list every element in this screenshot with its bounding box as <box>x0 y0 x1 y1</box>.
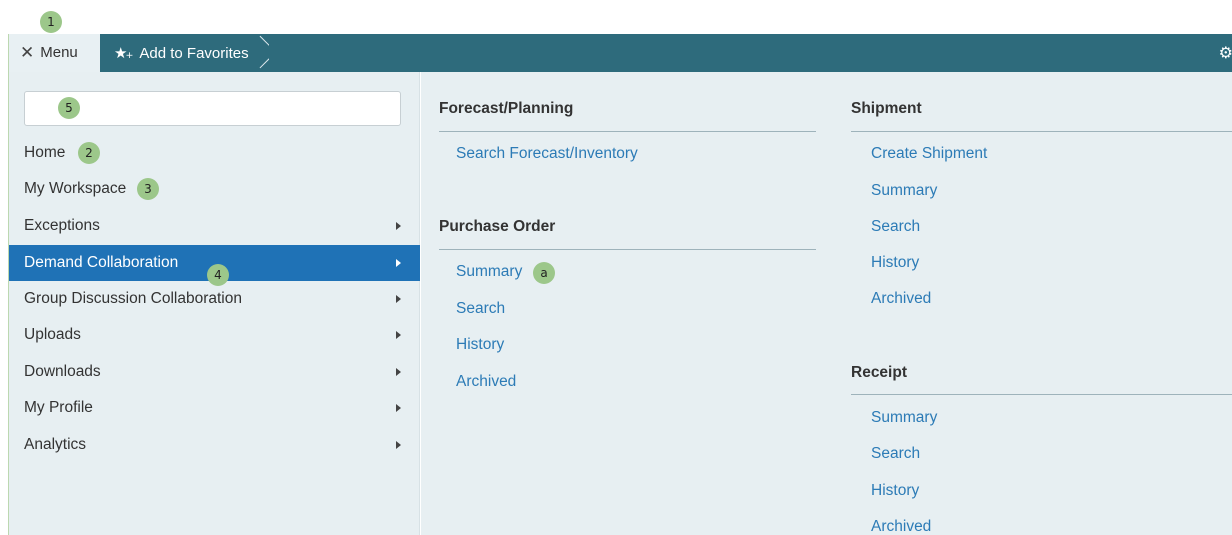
sidebar-item-uploads[interactable]: Uploads <box>9 317 420 353</box>
link-receipt-history[interactable]: History <box>871 482 919 500</box>
sidebar-item-my-workspace[interactable]: My Workspace <box>9 171 420 207</box>
menu-label: Menu <box>40 44 78 61</box>
link-receipt-summary[interactable]: Summary <box>871 409 937 427</box>
add-to-favorites-button[interactable]: ★₊ Add to Favorites <box>100 34 277 72</box>
sidebar-item-label: Group Discussion Collaboration <box>24 290 242 307</box>
link-po-search[interactable]: Search <box>456 300 505 318</box>
close-menu-button[interactable]: ✕ Menu <box>9 34 100 72</box>
callout-1: 1 <box>40 11 62 33</box>
receipt-heading: Receipt <box>851 364 907 381</box>
link-receipt-archived[interactable]: Archived <box>871 518 931 535</box>
link-po-archived[interactable]: Archived <box>456 373 516 391</box>
chevron-right-icon <box>396 404 401 412</box>
chevron-right-icon <box>396 222 401 230</box>
top-bar: ✕ Menu ★₊ Add to Favorites ⚙ <box>9 34 1232 72</box>
callout-2: 2 <box>78 142 100 164</box>
sidebar-item-label: Demand Collaboration <box>24 254 179 271</box>
link-shipment-archived[interactable]: Archived <box>871 290 931 308</box>
purchase-order-heading: Purchase Order <box>439 218 556 235</box>
section-divider <box>851 394 1232 395</box>
link-po-history[interactable]: History <box>456 336 504 354</box>
section-divider <box>851 131 1232 132</box>
callout-5: 5 <box>58 97 80 119</box>
sidebar-item-label: Home <box>24 144 66 161</box>
link-receipt-search[interactable]: Search <box>871 445 920 463</box>
sidebar-item-my-profile[interactable]: My Profile <box>9 390 420 426</box>
sidebar-item-label: My Profile <box>24 399 93 416</box>
sidebar-item-label: Analytics <box>24 436 87 453</box>
chevron-right-icon <box>396 259 401 267</box>
chevron-right-icon <box>396 331 401 339</box>
sidebar-item-exceptions[interactable]: Exceptions <box>9 208 420 244</box>
breadcrumb-chevron <box>253 34 269 72</box>
main-menu-sidebar: 5 Home 2 My Workspace 3 Exceptions Deman… <box>9 72 420 535</box>
link-shipment-summary[interactable]: Summary <box>871 182 937 200</box>
sidebar-item-label: Downloads <box>24 363 101 380</box>
link-po-summary[interactable]: Summary <box>456 263 522 281</box>
add-to-favorites-label: Add to Favorites <box>139 44 249 62</box>
sidebar-item-analytics[interactable]: Analytics <box>9 427 420 463</box>
sidebar-item-group-discussion-collaboration[interactable]: Group Discussion Collaboration <box>9 281 420 317</box>
menu-panel: ✕ Menu ★₊ Add to Favorites ⚙ 5 Home 2 My… <box>8 34 1232 535</box>
forecast-planning-heading: Forecast/Planning <box>439 100 574 117</box>
callout-4: 4 <box>207 264 229 286</box>
sidebar-item-label: Exceptions <box>24 217 100 234</box>
section-divider <box>439 131 816 132</box>
close-icon: ✕ <box>20 43 35 62</box>
chevron-right-icon <box>396 295 401 303</box>
sidebar-item-downloads[interactable]: Downloads <box>9 354 420 390</box>
callout-a: a <box>533 262 555 284</box>
sidebar-item-home[interactable]: Home <box>9 135 420 171</box>
link-search-forecast-inventory[interactable]: Search Forecast/Inventory <box>456 145 638 163</box>
chevron-right-icon <box>396 441 401 449</box>
star-plus-icon: ★₊ <box>114 45 133 62</box>
link-create-shipment[interactable]: Create Shipment <box>871 145 987 163</box>
submenu-panel: Forecast/Planning Search Forecast/Invent… <box>421 72 1232 535</box>
chevron-right-icon <box>396 368 401 376</box>
menu-search-input[interactable] <box>24 91 401 126</box>
link-shipment-history[interactable]: History <box>871 254 919 272</box>
shipment-heading: Shipment <box>851 100 922 117</box>
sidebar-item-label: Uploads <box>24 326 81 343</box>
gear-icon[interactable]: ⚙ <box>1219 43 1232 63</box>
section-divider <box>439 249 816 250</box>
callout-3: 3 <box>137 178 159 200</box>
sidebar-item-label: My Workspace <box>24 180 127 197</box>
link-shipment-search[interactable]: Search <box>871 218 920 236</box>
